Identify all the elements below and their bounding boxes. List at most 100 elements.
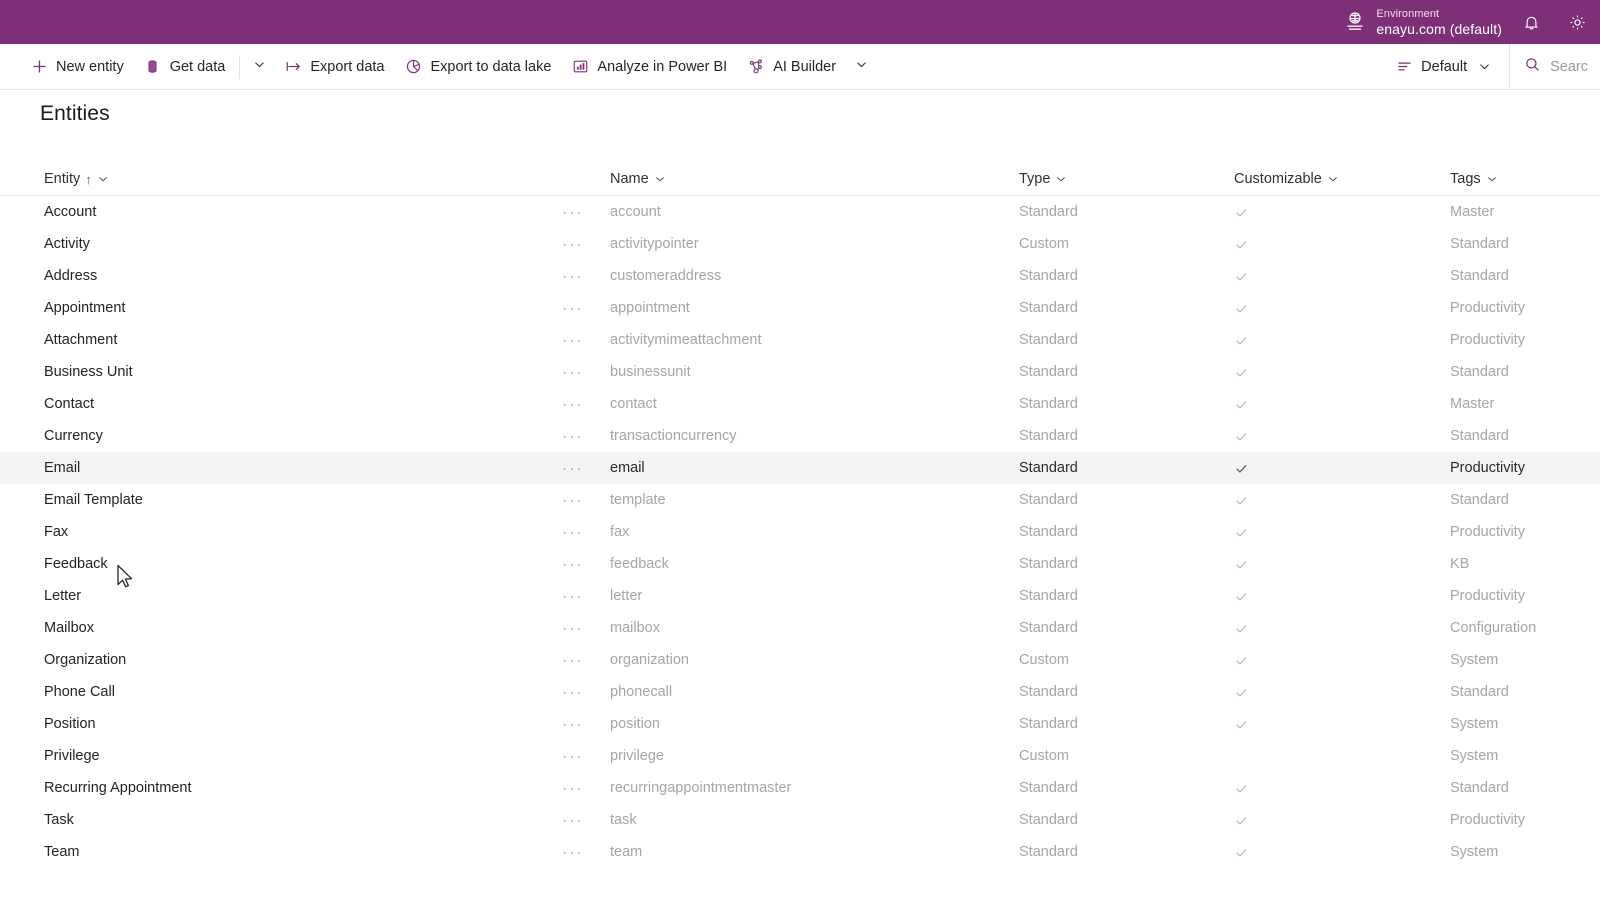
row-actions-menu-icon[interactable]: ··· [562, 772, 584, 804]
table-row[interactable]: Fax ··· fax Standard Productivity [0, 516, 1600, 548]
notifications-button[interactable] [1508, 0, 1554, 44]
cell-entity[interactable]: Attachment [44, 324, 117, 356]
cell-entity[interactable]: Task [44, 804, 74, 836]
cell-entity[interactable]: Organization [44, 644, 126, 676]
cell-entity[interactable]: Team [44, 836, 79, 868]
cell-entity[interactable]: Contact [44, 388, 94, 420]
cell-entity[interactable]: Feedback [44, 548, 108, 580]
cell-entity[interactable]: Business Unit [44, 356, 133, 388]
cell-name: mailbox [610, 620, 660, 636]
table-row[interactable]: Privilege ··· privilege Custom System [0, 740, 1600, 772]
table-row[interactable]: Appointment ··· appointment Standard Product… [0, 292, 1600, 324]
cell-entity[interactable]: Email [44, 452, 80, 484]
table-row[interactable]: Mailbox ··· mailbox Standard Configuration [0, 612, 1600, 644]
row-actions-menu-icon[interactable]: ··· [562, 356, 584, 388]
table-row[interactable]: Contact ··· contact Standard Master [0, 388, 1600, 420]
cell-entity[interactable]: Address [44, 260, 97, 292]
search-input[interactable]: Searc [1510, 44, 1600, 90]
table-row[interactable]: Account ··· account Standard Master [0, 196, 1600, 228]
row-actions-menu-icon[interactable]: ··· [562, 580, 584, 612]
row-actions-menu-icon[interactable]: ··· [562, 388, 584, 420]
row-actions-menu-icon[interactable]: ··· [562, 708, 584, 740]
environment-icon [1344, 11, 1366, 33]
cell-customizable [1234, 228, 1249, 260]
column-header-entity[interactable]: Entity ↑ [44, 162, 109, 196]
row-actions-menu-icon[interactable]: ··· [562, 644, 584, 676]
export-data-button[interactable]: Export data [274, 44, 394, 90]
cell-entity[interactable]: Mailbox [44, 612, 94, 644]
cell-customizable [1234, 484, 1249, 516]
row-actions-menu-icon[interactable]: ··· [562, 548, 584, 580]
table-row[interactable]: Phone Call ··· phonecall Standard Standard [0, 676, 1600, 708]
get-data-overflow-button[interactable] [244, 44, 274, 90]
view-selector-button[interactable]: Default [1385, 44, 1503, 90]
cell-entity[interactable]: Currency [44, 420, 103, 452]
column-header-name[interactable]: Name [610, 162, 666, 196]
cell-entity[interactable]: Letter [44, 580, 81, 612]
cell-customizable [1234, 676, 1249, 708]
export-to-data-lake-button[interactable]: Export to data lake [395, 44, 562, 90]
cell-entity[interactable]: Fax [44, 516, 68, 548]
table-row[interactable]: Activity ··· activitypointer Custom Standard [0, 228, 1600, 260]
table-row[interactable]: Letter ··· letter Standard Productivity [0, 580, 1600, 612]
table-row[interactable]: Email ··· email Standard Productivity [0, 452, 1600, 484]
table-row[interactable]: Task ··· task Standard Productivity [0, 804, 1600, 836]
chevron-down-icon [1486, 173, 1498, 185]
table-row[interactable]: Recurring Appointment ··· recurringappoint… [0, 772, 1600, 804]
table-row[interactable]: Email Template ··· template Standard Standar… [0, 484, 1600, 516]
cell-customizable [1234, 260, 1249, 292]
ai-builder-caret-button[interactable] [846, 44, 876, 90]
column-header-tags[interactable]: Tags [1450, 162, 1498, 196]
cell-type: Standard [1019, 332, 1078, 348]
row-actions-menu-icon[interactable]: ··· [562, 196, 584, 228]
cell-tags: Standard [1450, 268, 1509, 284]
cell-entity[interactable]: Phone Call [44, 676, 115, 708]
table-row[interactable]: Address ··· customeraddress Standard Standar… [0, 260, 1600, 292]
table-row[interactable]: Team ··· team Standard System [0, 836, 1600, 868]
get-data-button[interactable]: Get data [134, 44, 236, 90]
table-row[interactable]: Feedback ··· feedback Standard KB [0, 548, 1600, 580]
table-row[interactable]: Business Unit ··· businessunit Standard Stan… [0, 356, 1600, 388]
table-row[interactable]: Currency ··· transactioncurrency Standard St… [0, 420, 1600, 452]
table-row[interactable]: Position ··· position Standard System [0, 708, 1600, 740]
row-actions-menu-icon[interactable]: ··· [562, 676, 584, 708]
cell-entity[interactable]: Appointment [44, 292, 125, 324]
cell-entity[interactable]: Account [44, 196, 96, 228]
row-actions-menu-icon[interactable]: ··· [562, 836, 584, 868]
cell-type: Standard [1019, 780, 1078, 796]
row-actions-menu-icon[interactable]: ··· [562, 612, 584, 644]
environment-text: Environment enayu.com (default) [1376, 7, 1502, 37]
row-actions-menu-icon[interactable]: ··· [562, 452, 584, 484]
cell-name: recurringappointmentmaster [610, 780, 792, 796]
table-row[interactable]: Attachment ··· activitymimeattachment Stand… [0, 324, 1600, 356]
row-actions-menu-icon[interactable]: ··· [562, 420, 584, 452]
cell-entity[interactable]: Email Template [44, 484, 143, 516]
new-entity-button[interactable]: New entity [20, 44, 134, 90]
cell-name: customeraddress [610, 268, 722, 284]
row-actions-menu-icon[interactable]: ··· [562, 228, 584, 260]
cell-type: Standard [1019, 396, 1078, 412]
database-icon [144, 58, 162, 76]
column-header-type[interactable]: Type [1019, 162, 1067, 196]
table-row[interactable]: Organization ··· organization Custom System [0, 644, 1600, 676]
cell-customizable [1234, 708, 1249, 740]
row-actions-menu-icon[interactable]: ··· [562, 484, 584, 516]
cell-customizable [1234, 324, 1249, 356]
cell-customizable [1234, 388, 1249, 420]
cell-entity[interactable]: Recurring Appointment [44, 772, 192, 804]
cell-customizable [1234, 452, 1249, 484]
row-actions-menu-icon[interactable]: ··· [562, 324, 584, 356]
row-actions-menu-icon[interactable]: ··· [562, 260, 584, 292]
analyze-in-power-bi-button[interactable]: Analyze in Power BI [561, 44, 737, 90]
cell-entity[interactable]: Privilege [44, 740, 100, 772]
row-actions-menu-icon[interactable]: ··· [562, 804, 584, 836]
environment-selector[interactable]: Environment enayu.com (default) [1344, 0, 1508, 44]
row-actions-menu-icon[interactable]: ··· [562, 292, 584, 324]
ai-builder-button[interactable]: AI Builder [737, 44, 846, 90]
cell-entity[interactable]: Activity [44, 228, 90, 260]
row-actions-menu-icon[interactable]: ··· [562, 516, 584, 548]
settings-button[interactable] [1554, 0, 1600, 44]
row-actions-menu-icon[interactable]: ··· [562, 740, 584, 772]
column-header-customizable[interactable]: Customizable [1234, 162, 1339, 196]
cell-entity[interactable]: Position [44, 708, 96, 740]
